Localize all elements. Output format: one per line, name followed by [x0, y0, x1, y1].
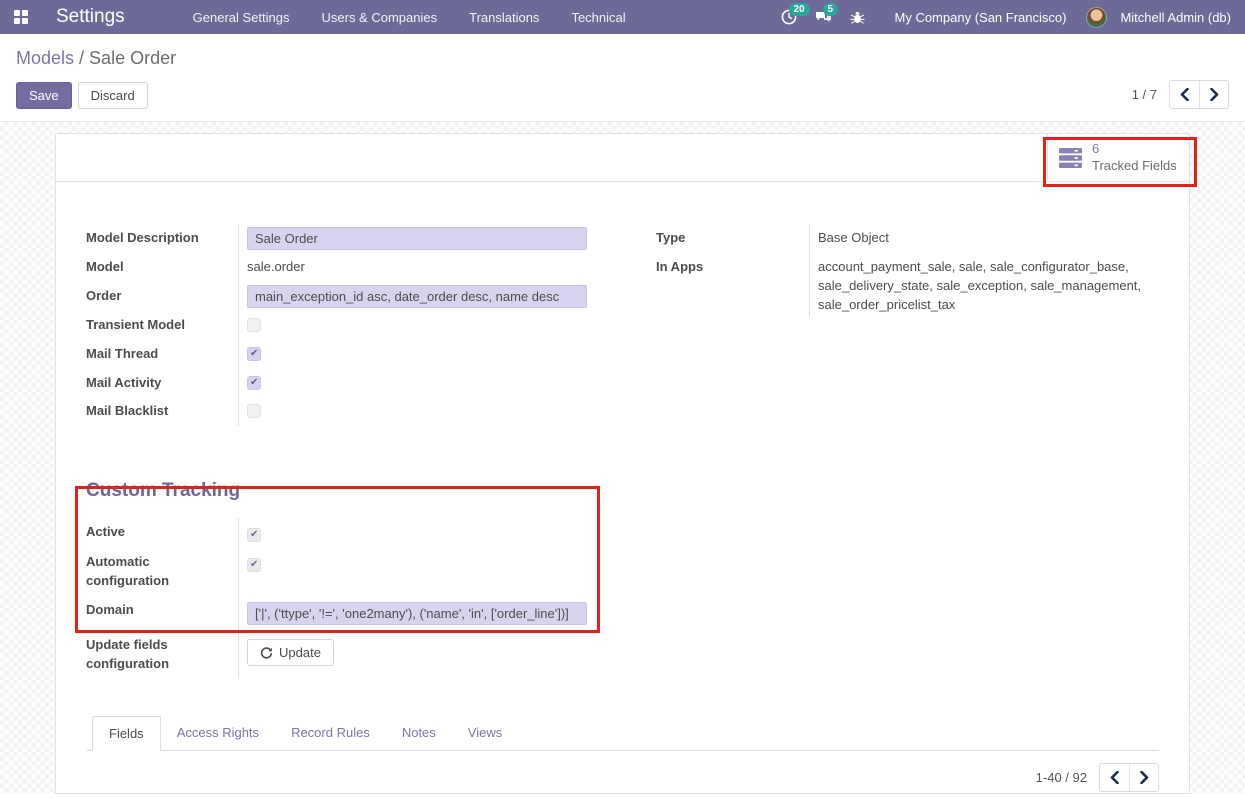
left-field-group: Model Description Model sale.order Order…	[86, 224, 621, 426]
mail-blacklist-label: Mail Blacklist	[86, 397, 238, 426]
domain-input[interactable]	[247, 602, 587, 625]
breadcrumb-models-link[interactable]: Models	[16, 48, 74, 68]
user-avatar[interactable]	[1086, 7, 1107, 28]
right-field-group: Type Base Object In Apps account_payment…	[656, 224, 1159, 317]
active-label: Active	[86, 518, 238, 548]
chevron-right-icon	[1210, 88, 1219, 101]
menu-users-companies[interactable]: Users & Companies	[310, 1, 450, 34]
menu-translations[interactable]: Translations	[457, 1, 551, 34]
update-button[interactable]: Update	[247, 639, 334, 666]
tab-notes[interactable]: Notes	[386, 716, 452, 751]
top-navbar: Settings General Settings Users & Compan…	[0, 0, 1245, 34]
messages-icon[interactable]: 5	[809, 5, 838, 29]
form-sheet: 6 Tracked Fields Model Description Model…	[55, 133, 1190, 794]
refresh-icon	[260, 646, 273, 659]
order-label: Order	[86, 282, 238, 311]
order-input[interactable]	[247, 285, 587, 308]
top-menu: General Settings Users & Companies Trans…	[181, 1, 638, 34]
update-button-label: Update	[279, 645, 321, 660]
form-content: Model Description Model sale.order Order…	[56, 182, 1189, 798]
tab-fields[interactable]: Fields	[92, 716, 161, 751]
tab-record-rules[interactable]: Record Rules	[275, 716, 386, 751]
automatic-configuration-checkbox[interactable]	[247, 558, 261, 572]
mail-blacklist-checkbox[interactable]	[247, 404, 261, 418]
breadcrumb: Models / Sale Order	[16, 48, 1229, 69]
notebook-tabs: Fields Access Rights Record Rules Notes …	[86, 715, 1159, 751]
custom-tracking-group: Active Automatic configuration Domain Up…	[86, 518, 621, 678]
control-panel: Models / Sale Order Save Discard 1 / 7	[0, 34, 1245, 122]
app-name[interactable]: Settings	[56, 6, 125, 28]
fields-list-next-button[interactable]	[1129, 764, 1158, 791]
type-label: Type	[656, 224, 809, 253]
model-label: Model	[86, 253, 238, 282]
activity-count-badge: 20	[789, 3, 810, 16]
model-value: sale.order	[247, 256, 305, 277]
message-count-badge: 5	[823, 3, 839, 16]
custom-tracking-heading: Custom Tracking	[86, 480, 1159, 502]
update-fields-configuration-label: Update fields configuration	[86, 631, 238, 679]
type-value: Base Object	[818, 227, 889, 248]
button-box: 6 Tracked Fields	[56, 134, 1189, 182]
breadcrumb-separator: /	[74, 48, 89, 68]
control-panel-buttons: Save Discard	[16, 82, 1229, 109]
record-pager: 1 / 7	[1132, 80, 1229, 109]
active-checkbox[interactable]	[247, 528, 261, 542]
in-apps-value: account_payment_sale, sale, sale_configu…	[818, 256, 1159, 315]
bug-icon	[850, 10, 865, 25]
transient-model-checkbox[interactable]	[247, 318, 261, 332]
model-description-label: Model Description	[86, 224, 238, 253]
activities-icon[interactable]: 20	[775, 5, 803, 29]
chevron-left-icon	[1180, 88, 1189, 101]
save-button[interactable]: Save	[16, 82, 72, 109]
debug-icon[interactable]	[844, 6, 871, 29]
tracked-fields-count: 6	[1092, 141, 1177, 157]
model-description-input[interactable]	[247, 227, 587, 250]
company-switcher[interactable]: My Company (San Francisco)	[895, 10, 1067, 25]
automatic-configuration-label: Automatic configuration	[86, 548, 238, 596]
pager-previous-button[interactable]	[1170, 81, 1199, 108]
tracked-fields-icon	[1058, 147, 1083, 169]
fields-list-pager: 1-40 / 92	[86, 763, 1159, 792]
domain-label: Domain	[86, 596, 238, 631]
transient-model-label: Transient Model	[86, 311, 238, 340]
chevron-right-icon	[1140, 771, 1149, 784]
tab-views[interactable]: Views	[452, 716, 518, 751]
form-view-background: 6 Tracked Fields Model Description Model…	[0, 122, 1245, 794]
apps-menu-icon[interactable]	[14, 10, 28, 24]
discard-button[interactable]: Discard	[78, 82, 148, 109]
mail-thread-label: Mail Thread	[86, 340, 238, 369]
user-menu[interactable]: Mitchell Admin (db)	[1120, 10, 1231, 25]
tracked-fields-label: Tracked Fields	[1092, 158, 1177, 174]
chevron-left-icon	[1110, 771, 1119, 784]
record-pager-value: 1 / 7	[1132, 87, 1157, 102]
mail-thread-checkbox[interactable]	[247, 347, 261, 361]
menu-general-settings[interactable]: General Settings	[181, 1, 302, 34]
mail-activity-checkbox[interactable]	[247, 376, 261, 390]
breadcrumb-current: Sale Order	[89, 48, 176, 68]
tracked-fields-button[interactable]: 6 Tracked Fields	[1047, 134, 1189, 181]
menu-technical[interactable]: Technical	[559, 1, 637, 34]
tab-access-rights[interactable]: Access Rights	[161, 716, 275, 751]
fields-list-pager-value: 1-40 / 92	[1036, 770, 1087, 785]
in-apps-label: In Apps	[656, 253, 809, 318]
mail-activity-label: Mail Activity	[86, 369, 238, 398]
fields-list-previous-button[interactable]	[1100, 764, 1129, 791]
systray: 20 5 My Company (San Francisco) Mitchell…	[775, 5, 1232, 29]
pager-next-button[interactable]	[1199, 81, 1228, 108]
